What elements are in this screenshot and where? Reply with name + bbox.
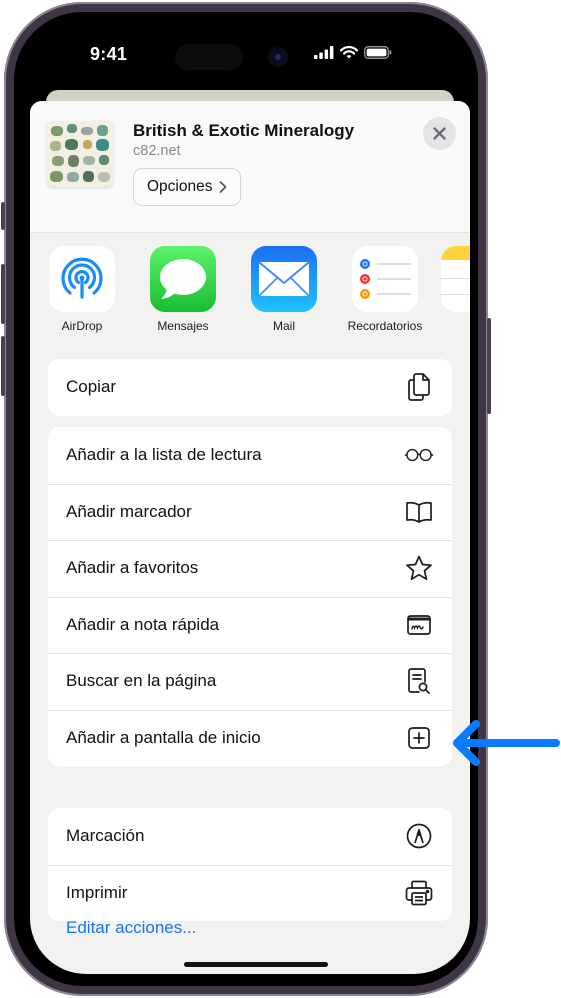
messages-icon	[150, 246, 216, 312]
battery-icon	[364, 46, 392, 59]
action-find-in-page[interactable]: Buscar en la página	[48, 653, 452, 710]
page-thumbnail	[47, 121, 113, 187]
printer-icon	[404, 878, 434, 908]
action-markup[interactable]: Marcación	[48, 808, 452, 865]
action-group-copy: Copiar	[48, 359, 452, 416]
action-button	[1, 202, 5, 230]
status-icons	[314, 46, 392, 59]
wifi-icon	[340, 46, 358, 59]
home-indicator	[184, 962, 328, 967]
app-notes[interactable]	[441, 246, 470, 312]
app-label: AirDrop	[61, 319, 103, 333]
star-icon	[404, 553, 434, 583]
add-square-icon	[404, 723, 434, 753]
notes-icon	[441, 246, 470, 312]
markup-icon	[404, 821, 434, 851]
quick-note-icon	[404, 610, 434, 640]
app-label: Recordatorios	[347, 319, 423, 333]
action-group-page: Añadir a la lista de lectura Añadir marc…	[48, 427, 452, 766]
app-label: Mensajes	[157, 319, 209, 333]
airdrop-icon	[49, 246, 115, 312]
chevron-right-icon	[220, 181, 227, 193]
close-icon	[433, 127, 446, 140]
action-add-quick-note[interactable]: Añadir a nota rápida	[48, 596, 452, 654]
book-icon	[404, 497, 434, 527]
share-sheet: British & Exotic Mineralogy c82.net Opci…	[30, 101, 470, 974]
app-messages[interactable]: Mensajes	[138, 246, 228, 333]
action-label: Añadir a favoritos	[66, 558, 199, 578]
action-label: Añadir a nota rápida	[66, 614, 220, 634]
app-label: Mail	[272, 319, 295, 333]
status-bar: 9:41	[30, 24, 470, 84]
page-title: British & Exotic Mineralogy	[133, 121, 355, 140]
iphone-frame: 9:41 British & Exotic Mineralogy c82.net…	[1, 2, 491, 996]
action-copy[interactable]: Copiar	[48, 359, 452, 416]
options-button[interactable]: Opciones	[133, 168, 242, 206]
action-add-bookmark[interactable]: Añadir marcador	[48, 483, 452, 541]
status-time: 9:41	[90, 44, 128, 64]
mail-icon	[251, 246, 317, 312]
action-label: Imprimir	[66, 882, 128, 902]
action-label: Añadir marcador	[66, 501, 192, 521]
cellular-signal-icon	[314, 46, 334, 59]
front-camera	[268, 47, 288, 67]
action-label: Añadir a la lista de lectura	[66, 445, 262, 465]
copy-icon	[404, 372, 434, 402]
volume-up-button	[1, 264, 5, 324]
dynamic-island	[175, 44, 243, 70]
screen: 9:41 British & Exotic Mineralogy c82.net…	[30, 24, 470, 974]
action-label: Copiar	[66, 377, 117, 397]
app-reminders[interactable]: Recordatorios	[340, 246, 430, 333]
share-sheet-header: British & Exotic Mineralogy c82.net Opci…	[30, 101, 470, 233]
action-label: Marcación	[66, 826, 145, 846]
app-airdrop[interactable]: AirDrop	[37, 246, 127, 333]
action-print[interactable]: Imprimir	[48, 864, 452, 922]
glasses-icon	[404, 440, 434, 470]
side-button	[487, 318, 491, 414]
action-add-favorites[interactable]: Añadir a favoritos	[48, 540, 452, 597]
action-group-other: Marcación Imprimir	[48, 808, 452, 921]
volume-down-button	[1, 336, 5, 396]
action-label: Buscar en la página	[66, 671, 217, 691]
close-button[interactable]	[423, 117, 456, 150]
app-mail[interactable]: Mail	[239, 246, 329, 333]
edit-actions-link[interactable]: Editar acciones...	[66, 918, 196, 938]
page-domain: c82.net	[133, 143, 181, 159]
find-in-page-icon	[404, 666, 434, 696]
arrow-left-icon	[453, 720, 560, 766]
options-label: Opciones	[147, 178, 213, 195]
action-label: Añadir a pantalla de inicio	[66, 727, 261, 747]
action-add-to-home-screen[interactable]: Añadir a pantalla de inicio	[48, 709, 452, 767]
action-add-reading-list[interactable]: Añadir a la lista de lectura	[48, 427, 452, 484]
reminders-icon	[352, 246, 418, 312]
app-share-row: AirDrop Mensajes Mail Recordatorios	[30, 233, 470, 359]
